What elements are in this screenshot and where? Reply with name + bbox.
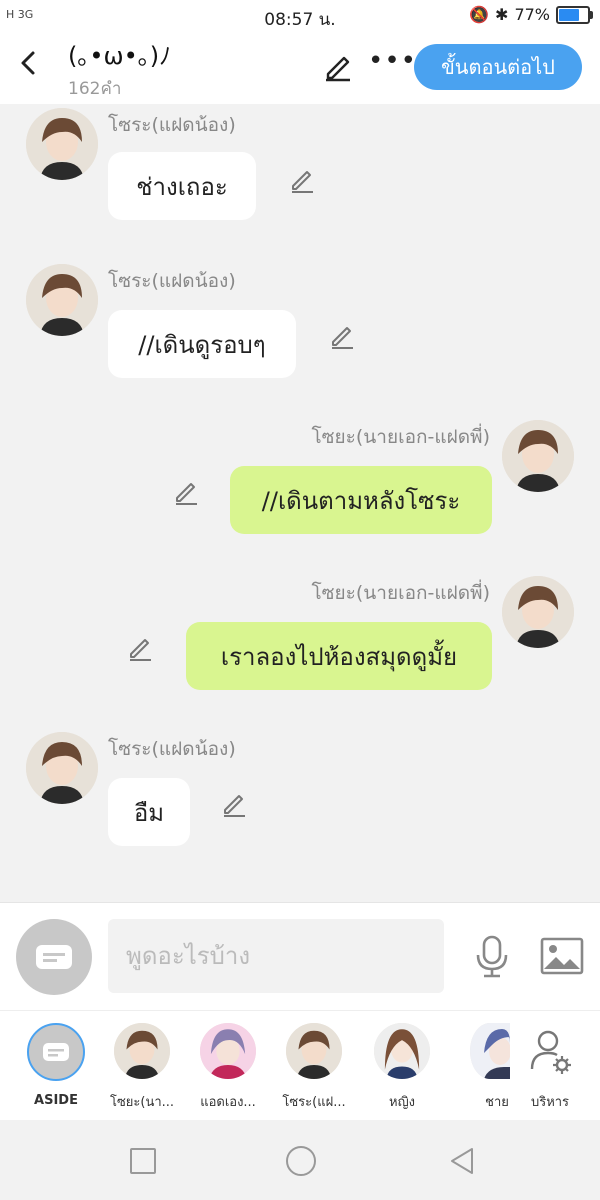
chevron-left-icon: [21, 51, 35, 75]
sender-name: โซระ(แฝดน้อง): [108, 738, 236, 760]
avatar[interactable]: [502, 576, 574, 648]
avatar[interactable]: [26, 108, 98, 180]
message-bubble[interactable]: //เดินดูรอบๆ: [108, 310, 296, 378]
battery-icon: [556, 5, 593, 24]
microphone-icon[interactable]: [472, 935, 512, 979]
message-input[interactable]: [108, 919, 444, 993]
character-item[interactable]: หญิง: [360, 1023, 444, 1112]
chat-area: โซระ(แฝดน้อง) ช่างเถอะ โซระ(แฝดน้อง) //เ…: [0, 104, 600, 900]
composer: [0, 902, 600, 1011]
edit-message-icon[interactable]: [328, 322, 356, 350]
message-bubble[interactable]: //เดินตามหลังโซระ: [230, 466, 492, 534]
avatar[interactable]: [26, 264, 98, 336]
character-item[interactable]: โซระ(แฝ...: [272, 1023, 356, 1112]
story-header: (｡•ω•｡)ﾉ 162คำ ••• ขั้นตอนต่อไป: [0, 32, 600, 104]
edit-message-icon[interactable]: [172, 478, 200, 506]
character-item[interactable]: โซยะ(นา...: [100, 1023, 184, 1112]
more-options-button[interactable]: •••: [368, 46, 417, 76]
aside-avatar: [27, 1023, 85, 1081]
status-bar: H 3G 08:57 น. 🔕 ✱ 77%: [0, 0, 600, 32]
edit-message-icon[interactable]: [288, 166, 316, 194]
back-button[interactable]: [14, 48, 44, 78]
message-bubble[interactable]: เราลองไปห้องสมุดดูมั้ย: [186, 622, 492, 690]
back-triangle-icon[interactable]: [448, 1146, 476, 1176]
sender-name: โซระ(แฝดน้อง): [108, 270, 236, 292]
avatar[interactable]: [26, 732, 98, 804]
story-title: (｡•ω•｡)ﾉ: [68, 42, 172, 70]
mute-bell-icon: 🔕: [469, 5, 490, 24]
avatar: [114, 1023, 170, 1079]
aside-toggle-button[interactable]: [16, 919, 92, 995]
avatar: [470, 1023, 510, 1079]
sender-name: โซระ(แฝดน้อง): [108, 114, 236, 136]
message-bubble-icon: [36, 945, 72, 969]
status-icons: 🔕 ✱ 77%: [469, 5, 593, 24]
system-nav-bar: [0, 1120, 600, 1200]
image-icon[interactable]: [540, 937, 584, 975]
avatar: [200, 1023, 256, 1079]
character-label: โซระ(แฝ...: [282, 1095, 346, 1110]
character-label: ASIDE: [34, 1093, 78, 1108]
user-settings-icon: [530, 1030, 571, 1074]
avatar: [286, 1023, 342, 1079]
home-button[interactable]: [286, 1146, 316, 1176]
avatar[interactable]: [502, 420, 574, 492]
edit-message-icon[interactable]: [126, 634, 154, 662]
message-bubble[interactable]: อืม: [108, 778, 190, 846]
sender-name: โซยะ(นายเอก-แฝดพี่): [311, 426, 490, 448]
bluetooth-icon: ✱: [495, 5, 509, 24]
message-bubble[interactable]: ช่างเถอะ: [108, 152, 256, 220]
character-manage-button[interactable]: บริหาร: [508, 1023, 592, 1112]
edit-pencil-icon[interactable]: [322, 50, 354, 82]
character-aside[interactable]: ASIDE: [14, 1023, 98, 1108]
character-label: แอดเอง...: [200, 1095, 256, 1110]
character-label: หญิง: [389, 1095, 415, 1110]
character-selector: ASIDE โซยะ(นา... แอดเอง... โซระ(แฝ... หญ…: [0, 1010, 600, 1121]
character-label: บริหาร: [530, 1095, 570, 1110]
character-label: โซยะ(นา...: [109, 1095, 175, 1110]
character-item[interactable]: แอดเอง...: [186, 1023, 270, 1112]
edit-message-icon[interactable]: [220, 790, 248, 818]
recent-apps-button[interactable]: [130, 1148, 156, 1174]
battery-percent: 77%: [514, 5, 550, 24]
avatar: [374, 1023, 430, 1079]
next-step-button[interactable]: ขั้นตอนต่อไป: [414, 44, 582, 90]
sender-name: โซยะ(นายเอก-แฝดพี่): [311, 582, 490, 604]
word-count: 162คำ: [68, 79, 122, 99]
